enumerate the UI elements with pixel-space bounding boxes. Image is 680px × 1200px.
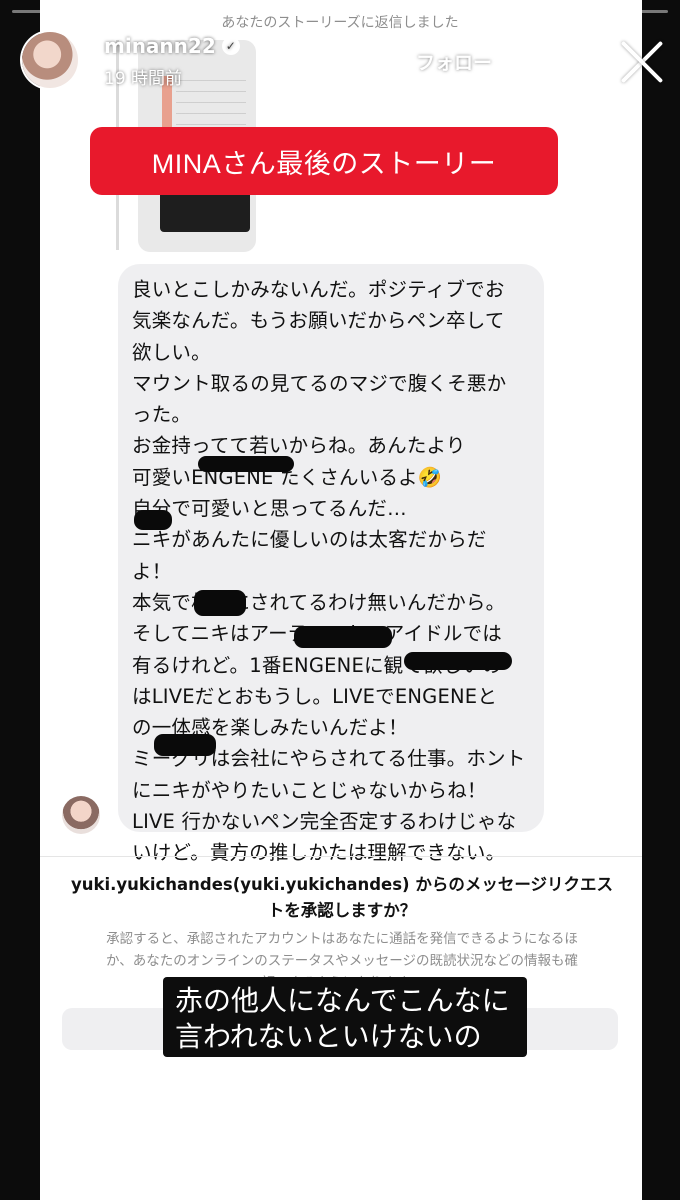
redaction-mark bbox=[134, 510, 172, 530]
message-line: マウント取るの見てるのマジで腹くそ悪か bbox=[132, 371, 507, 395]
verified-badge-icon: ✓ bbox=[221, 37, 240, 55]
reply-header: あなたのストーリーズに返信しました bbox=[221, 15, 459, 31]
message-line: 本気で相手にされてるわけ無いんだから。 bbox=[132, 590, 506, 614]
request-title: トを承認しますか？ bbox=[267, 901, 417, 920]
message-line: 良いとこしかみないんだ。ポジティブでお bbox=[132, 278, 505, 301]
section-divider bbox=[40, 856, 642, 857]
message-line: 自分で可愛いと思ってるんだ… bbox=[132, 497, 407, 521]
message-line: ニキがあんたに優しいのは太客だからだ bbox=[132, 528, 487, 552]
message-line: よ！ bbox=[132, 559, 172, 583]
close-icon[interactable] bbox=[618, 38, 666, 86]
request-description: か、あなたのオンラインのステータスやメッセージの既読状況などの情報も確 bbox=[106, 953, 578, 969]
message-bubble: 良いとこしかみないんだ。ポジティブでお 気楽なんだ。もうお願いだからペン卒して … bbox=[118, 264, 544, 864]
avatar[interactable] bbox=[22, 32, 78, 88]
story-caption: 赤の他人になんでこんなに 言われないといけないの bbox=[163, 977, 527, 1057]
message-line: はLIVEだとおもうし。LIVEでENGENEと bbox=[132, 684, 498, 708]
story-progress-bar bbox=[12, 10, 668, 13]
request-title: yuki.yukichandes(yuki.yukichandes) からのメッ… bbox=[70, 875, 614, 894]
redaction-mark bbox=[294, 626, 392, 648]
message-line: った。 bbox=[132, 403, 192, 427]
sender-avatar bbox=[62, 796, 100, 834]
message-line: お金持ってて若いからね。あんたより bbox=[132, 434, 466, 458]
message-line: 気楽なんだ。もうお願いだからペン卒して bbox=[132, 309, 505, 333]
caption-line: 赤の他人になんでこんなに bbox=[175, 984, 510, 1017]
redaction-mark bbox=[198, 456, 294, 472]
redaction-mark bbox=[194, 590, 246, 616]
caption-line: 言われないといけないの bbox=[175, 1020, 482, 1053]
story-banner: MINAさん最後のストーリー bbox=[90, 127, 558, 195]
thumbnail-dark-box bbox=[160, 190, 250, 232]
redaction-mark bbox=[404, 652, 512, 670]
message-line: にニキがやりたいことじゃないからね！ bbox=[132, 778, 487, 802]
message-line: LIVE 行かないペン完全否定するわけじゃな bbox=[132, 810, 517, 834]
message-line: いけど。貴方の推しかたは理解できない。 bbox=[132, 841, 506, 865]
story-viewer: あなたのストーリーズに返信しました 良いとこしかみないんだ。ポジティブでお 気楽… bbox=[0, 0, 680, 1200]
message-line: 可愛いENGENE たくさんいるよ🤣 bbox=[132, 465, 443, 489]
message-line: 欲しい。 bbox=[132, 340, 211, 364]
story-timestamp: 19 時間前 bbox=[104, 69, 183, 89]
story-username[interactable]: minann22 ✓ bbox=[104, 34, 240, 58]
follow-button[interactable]: フォロー bbox=[388, 33, 520, 89]
redaction-mark bbox=[154, 734, 216, 756]
request-description: 承認すると、承認されたアカウントはあなたに通話を発信できるようになるほ bbox=[106, 931, 578, 947]
username-text: minann22 bbox=[104, 34, 216, 58]
